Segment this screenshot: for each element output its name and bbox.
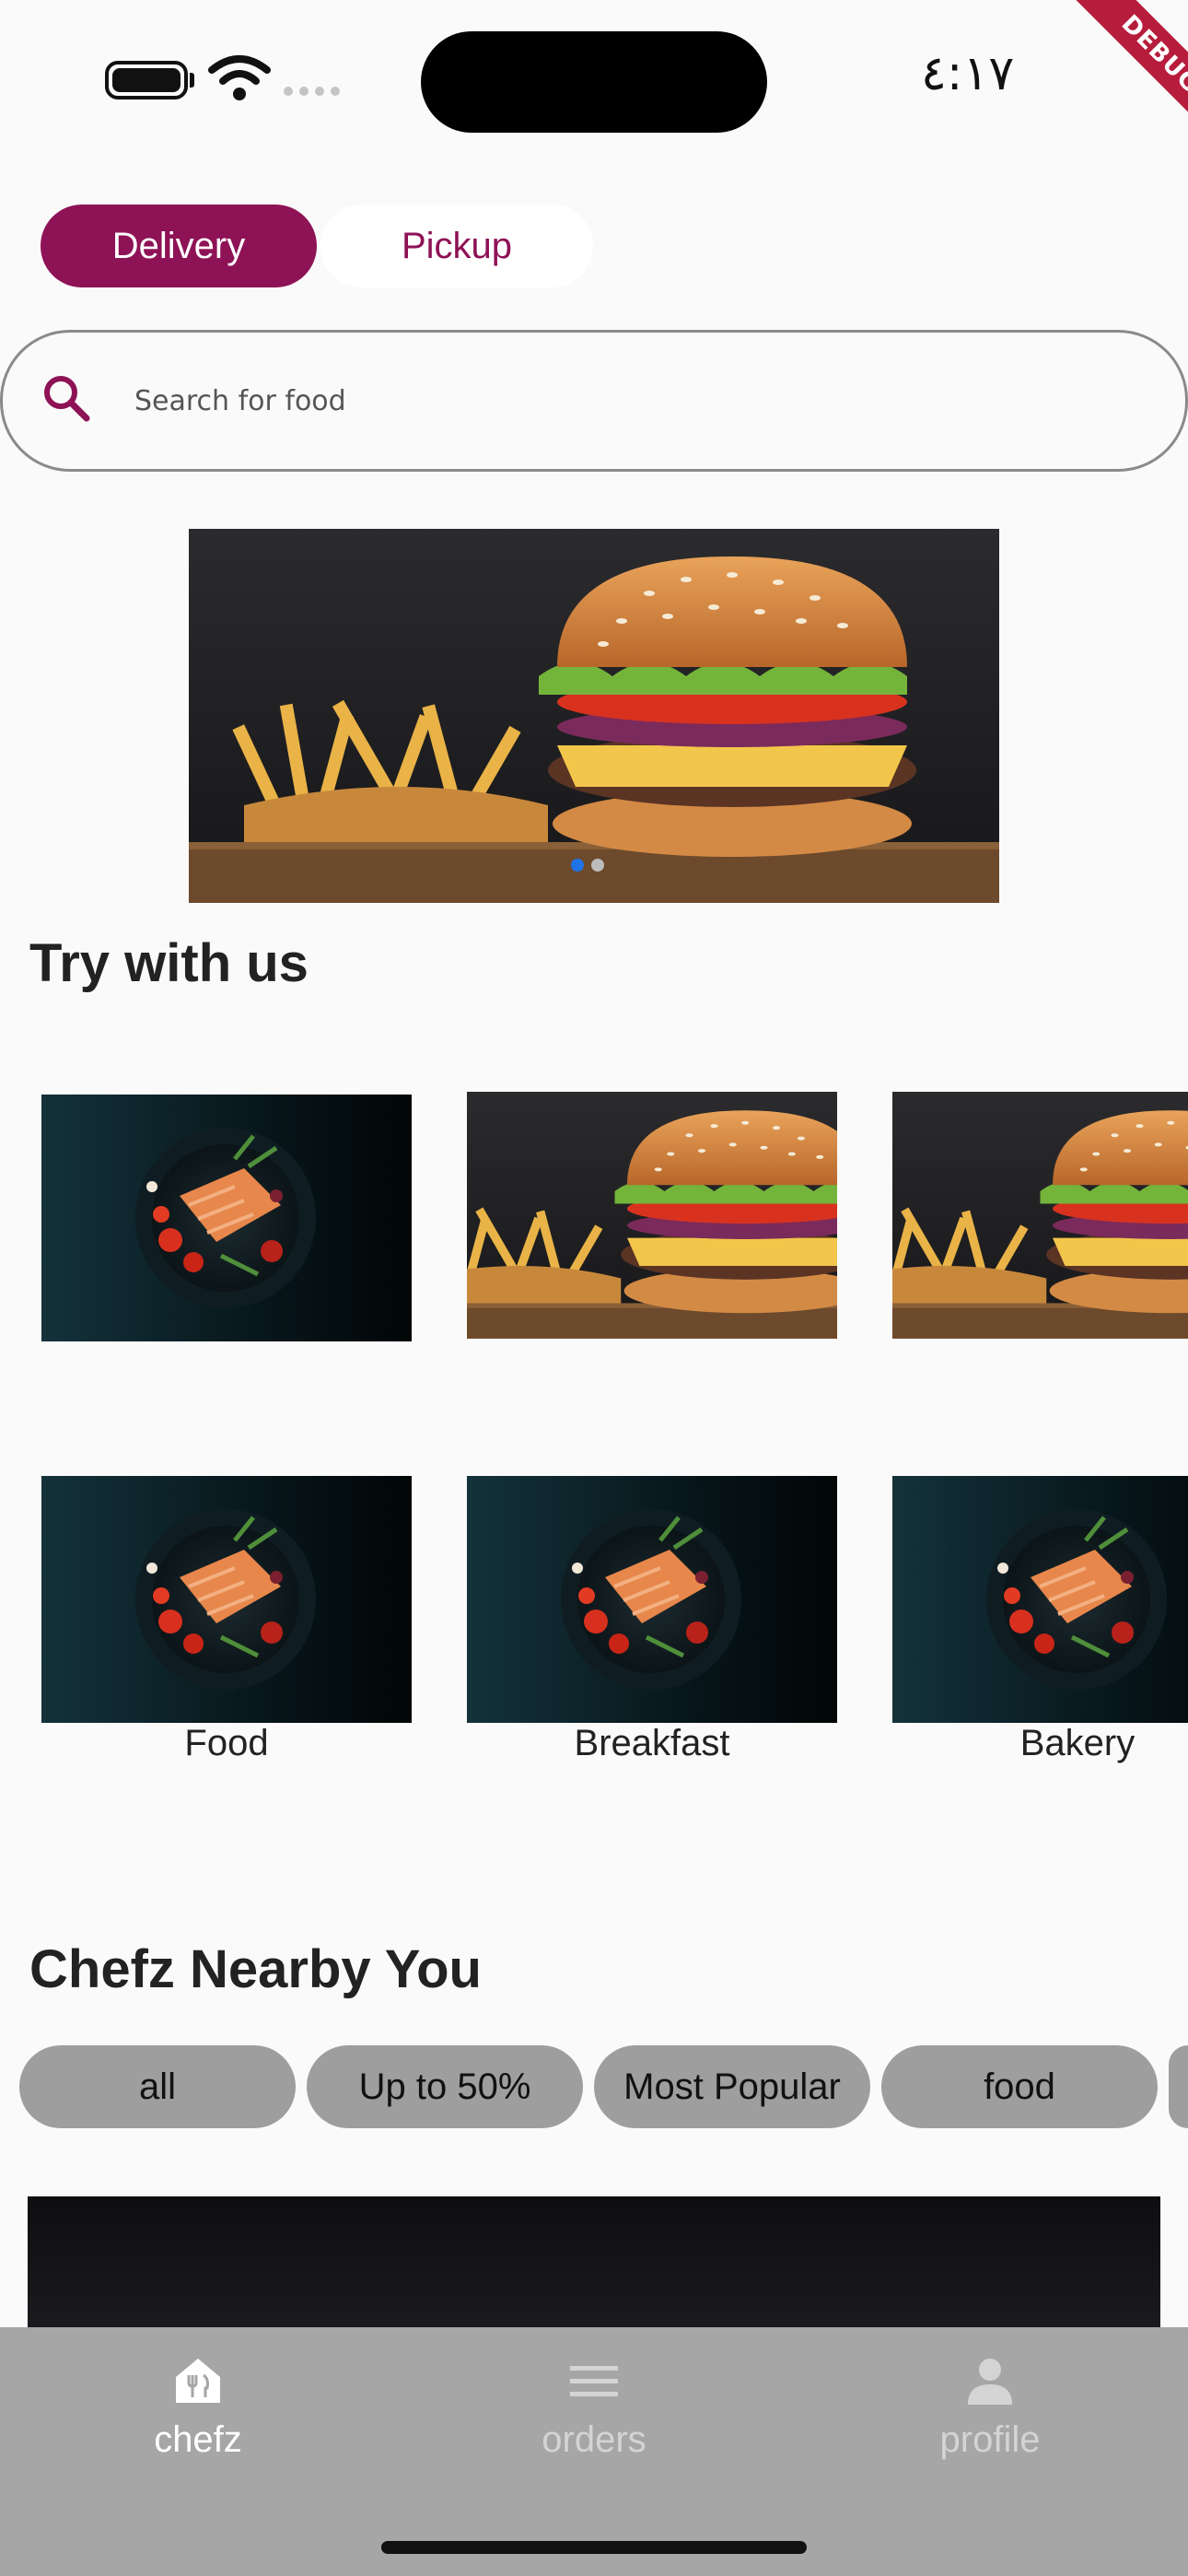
nav-item-orders[interactable]: orders: [396, 2355, 792, 2461]
filter-chip-food[interactable]: food: [881, 2045, 1158, 2128]
debug-banner: DEBUG: [1047, 0, 1188, 168]
filter-chip-most-popular[interactable]: Most Popular: [594, 2045, 870, 2128]
menu-lines-icon: [570, 2366, 618, 2396]
nav-item-profile[interactable]: profile: [792, 2355, 1188, 2461]
promo-banner-image[interactable]: [189, 529, 999, 903]
person-icon: [968, 2359, 1012, 2405]
nav-label-chefz: chefz: [154, 2419, 242, 2460]
try-tile-3[interactable]: [892, 1092, 1188, 1339]
dynamic-island: [421, 31, 767, 133]
nav-label-orders: orders: [542, 2419, 646, 2460]
restaurant-card-image[interactable]: [28, 2196, 1160, 2344]
try-tile-1[interactable]: [41, 1095, 412, 1341]
category-label-food: Food: [184, 1723, 269, 1763]
nav-item-chefz[interactable]: chefz: [0, 2355, 396, 2461]
category-label-bakery: Bakery: [1019, 1723, 1136, 1763]
status-time: ٤:١٧: [921, 46, 1015, 101]
wifi-icon: [208, 55, 271, 100]
search-icon: [44, 376, 90, 422]
nav-label-profile: profile: [939, 2419, 1041, 2460]
category-tile-bakery[interactable]: [892, 1476, 1188, 1723]
search-input[interactable]: [133, 378, 1057, 424]
battery-level: [112, 68, 181, 92]
filter-chip-all[interactable]: all: [19, 2045, 296, 2128]
delivery-toggle-button[interactable]: Delivery: [41, 205, 317, 287]
banner-page-indicator: [571, 859, 604, 872]
home-indicator[interactable]: [381, 2541, 807, 2554]
battery-cap: [190, 73, 194, 88]
category-label-breakfast: Breakfast: [574, 1723, 730, 1763]
cellular-signal-icon: [284, 87, 340, 96]
category-tile-breakfast[interactable]: [467, 1476, 837, 1723]
pickup-toggle-button[interactable]: Pickup: [320, 205, 593, 287]
chef-house-icon: [176, 2359, 220, 2403]
filter-chip-up-to-50[interactable]: Up to 50%: [307, 2045, 583, 2128]
try-with-us-heading: Try with us: [29, 933, 309, 993]
category-tile-food[interactable]: [41, 1476, 412, 1723]
filter-chip-more[interactable]: [1169, 2045, 1188, 2128]
page-dot: [591, 859, 604, 872]
chefz-nearby-heading: Chefz Nearby You: [29, 1939, 482, 1999]
try-tile-2[interactable]: [467, 1092, 837, 1339]
page-dot-active: [571, 859, 584, 872]
